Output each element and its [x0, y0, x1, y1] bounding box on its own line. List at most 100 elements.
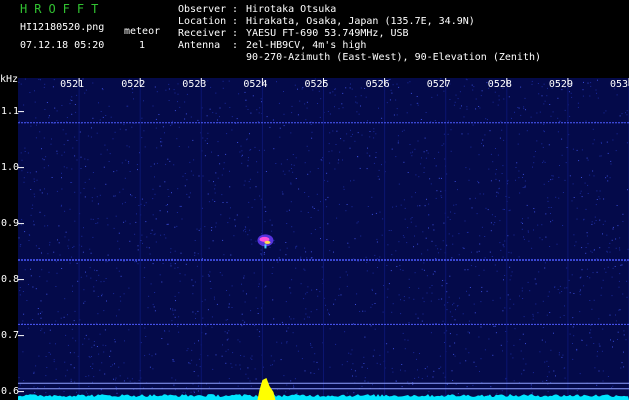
noise-speck [620, 264, 622, 266]
noise-speck [403, 161, 405, 163]
noise-speck [495, 173, 497, 175]
noise-speck [496, 191, 498, 193]
noise-speck [571, 96, 573, 98]
noise-speck [505, 331, 507, 332]
noise-speck [620, 367, 622, 369]
noise-speck [342, 159, 343, 161]
noise-speck [449, 311, 451, 313]
noise-speck [295, 267, 297, 269]
noise-speck [526, 204, 528, 206]
noise-speck [186, 350, 188, 352]
noise-speck [62, 129, 64, 131]
noise-speck [532, 372, 534, 374]
y-tick-label: 0.7 [1, 329, 20, 341]
noise-speck [291, 226, 293, 228]
noise-speck [522, 218, 523, 220]
noise-speck [440, 366, 442, 368]
noise-speck [421, 157, 422, 159]
noise-speck [367, 120, 368, 122]
noise-speck [231, 129, 233, 131]
noise-speck [549, 312, 551, 313]
noise-speck [619, 237, 621, 239]
noise-speck [141, 234, 143, 236]
noise-speck [254, 146, 256, 148]
noise-speck [148, 247, 150, 249]
noise-speck [288, 209, 290, 211]
noise-speck [535, 303, 537, 305]
noise-speck [345, 271, 347, 273]
noise-speck [91, 346, 93, 348]
noise-speck [453, 353, 455, 355]
noise-speck [46, 102, 48, 103]
noise-speck [595, 89, 597, 91]
noise-speck [151, 355, 153, 357]
noise-speck [321, 160, 323, 162]
noise-speck [626, 280, 628, 282]
noise-speck [558, 176, 560, 178]
noise-speck [70, 380, 72, 382]
noise-speck [509, 279, 511, 281]
noise-speck [286, 223, 288, 224]
noise-speck [399, 269, 401, 271]
noise-speck [22, 320, 24, 322]
noise-speck [392, 84, 394, 86]
noise-speck [607, 266, 609, 268]
noise-speck [142, 242, 143, 244]
noise-speck [20, 224, 22, 226]
noise-speck [155, 241, 157, 243]
noise-speck [418, 376, 420, 378]
noise-speck [538, 271, 540, 273]
noise-speck [211, 151, 212, 153]
noise-speck [58, 225, 60, 227]
noise-speck [543, 123, 545, 125]
noise-speck [99, 194, 101, 196]
noise-speck [98, 102, 99, 104]
noise-speck [46, 293, 48, 295]
noise-speck [180, 252, 182, 254]
noise-speck [428, 203, 430, 205]
header-panel: HROFFT HI12180520.png meteor 07.12.18 05… [0, 0, 629, 76]
noise-speck [193, 159, 195, 161]
noise-speck [160, 145, 162, 147]
noise-speck [281, 342, 283, 344]
noise-speck [404, 339, 406, 341]
noise-speck [404, 207, 406, 209]
noise-speck [229, 107, 231, 108]
noise-speck [502, 208, 504, 210]
noise-speck [88, 356, 90, 357]
noise-speck [110, 366, 112, 367]
noise-speck [92, 82, 94, 84]
noise-speck [375, 133, 377, 135]
noise-speck [118, 309, 120, 311]
noise-speck [245, 99, 247, 101]
noise-speck [305, 119, 307, 121]
noise-speck [248, 201, 250, 203]
noise-speck [159, 210, 161, 212]
noise-speck [292, 154, 294, 155]
noise-speck [377, 267, 378, 268]
noise-speck [569, 115, 571, 117]
station-separator: : [232, 4, 239, 15]
noise-speck [208, 275, 210, 277]
noise-speck [408, 383, 410, 385]
noise-speck [424, 205, 426, 207]
noise-speck [479, 235, 481, 237]
noise-speck [30, 268, 31, 270]
noise-speck [179, 205, 181, 207]
noise-speck [504, 240, 506, 242]
noise-speck [261, 101, 262, 103]
noise-speck [423, 262, 425, 264]
noise-speck [24, 78, 26, 80]
noise-speck [125, 220, 127, 222]
noise-speck [20, 244, 22, 245]
noise-speck [165, 163, 167, 165]
noise-speck [84, 196, 86, 198]
noise-speck [247, 165, 249, 167]
noise-speck [415, 192, 416, 194]
noise-speck [467, 133, 469, 135]
noise-speck [125, 159, 127, 161]
noise-speck [21, 159, 23, 161]
noise-speck [118, 270, 120, 272]
noise-speck [334, 168, 336, 170]
noise-speck [575, 241, 577, 243]
